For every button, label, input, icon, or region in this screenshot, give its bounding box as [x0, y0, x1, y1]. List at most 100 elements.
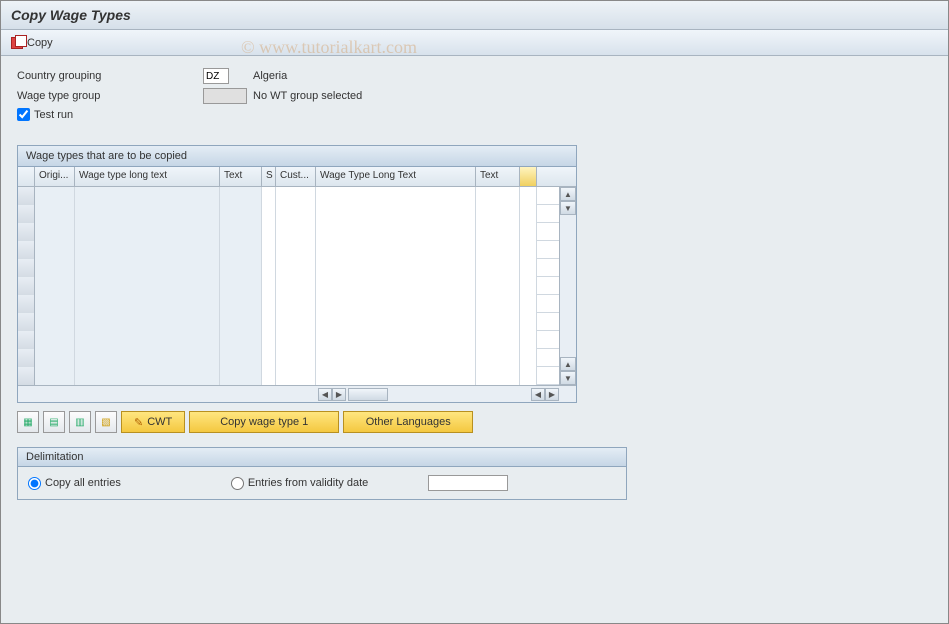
table-cell[interactable] — [476, 259, 520, 277]
other-languages-button[interactable]: Other Languages — [343, 411, 473, 433]
col-text-2[interactable]: Text — [476, 167, 520, 186]
table-cell[interactable] — [476, 223, 520, 241]
table-cell[interactable] — [35, 277, 75, 295]
hscroll-right[interactable]: ◀ ▶ — [531, 386, 559, 402]
table-row[interactable] — [18, 223, 559, 241]
table-cell[interactable] — [476, 277, 520, 295]
table-cell[interactable] — [316, 349, 476, 367]
scroll-down-icon[interactable]: ▼ — [560, 201, 576, 215]
scroll-left-icon[interactable]: ◀ — [318, 388, 332, 401]
scroll-right2-icon[interactable]: ▶ — [545, 388, 559, 401]
table-cell[interactable] — [18, 313, 35, 331]
table-cell[interactable] — [220, 331, 262, 349]
table-cell[interactable] — [75, 367, 220, 385]
select-all-button[interactable] — [17, 411, 39, 433]
table-row[interactable] — [18, 331, 559, 349]
table-cell[interactable] — [18, 259, 35, 277]
table-cell[interactable] — [520, 187, 537, 205]
table-cell[interactable] — [276, 187, 316, 205]
table-cell[interactable] — [316, 277, 476, 295]
table-cell[interactable] — [35, 331, 75, 349]
table-cell[interactable] — [75, 259, 220, 277]
col-rowsel[interactable] — [18, 167, 35, 186]
table-cell[interactable] — [220, 313, 262, 331]
table-cell[interactable] — [276, 241, 316, 259]
table-cell[interactable] — [476, 205, 520, 223]
table-cell[interactable] — [262, 205, 276, 223]
table-cell[interactable] — [75, 223, 220, 241]
country-grouping-input[interactable] — [203, 68, 229, 84]
table-cell[interactable] — [18, 331, 35, 349]
table-cell[interactable] — [276, 313, 316, 331]
table-cell[interactable] — [316, 187, 476, 205]
copy-button[interactable]: Copy — [11, 37, 53, 49]
table-row[interactable] — [18, 205, 559, 223]
table-row[interactable] — [18, 295, 559, 313]
scroll-down2-icon[interactable]: ▼ — [560, 371, 576, 385]
grid-config-icon[interactable] — [520, 167, 537, 186]
col-wage-type-long-text[interactable]: Wage type long text — [75, 167, 220, 186]
cwt-button[interactable]: CWT — [121, 411, 185, 433]
copy-all-entries-radio[interactable] — [28, 477, 41, 490]
hscroll-left[interactable]: ◀ ▶ — [318, 386, 390, 402]
table-row[interactable] — [18, 187, 559, 205]
table-cell[interactable] — [262, 349, 276, 367]
table-cell[interactable] — [75, 295, 220, 313]
table-cell[interactable] — [262, 259, 276, 277]
col-text[interactable]: Text — [220, 167, 262, 186]
validity-date-input[interactable] — [428, 475, 508, 491]
table-cell[interactable] — [276, 205, 316, 223]
table-cell[interactable] — [520, 223, 537, 241]
table-cell[interactable] — [476, 349, 520, 367]
table-cell[interactable] — [316, 313, 476, 331]
table-cell[interactable] — [520, 295, 537, 313]
table-cell[interactable] — [18, 187, 35, 205]
table-cell[interactable] — [75, 277, 220, 295]
table-cell[interactable] — [476, 313, 520, 331]
table-cell[interactable] — [262, 313, 276, 331]
table-cell[interactable] — [262, 331, 276, 349]
table-cell[interactable] — [75, 313, 220, 331]
table-cell[interactable] — [276, 223, 316, 241]
table-cell[interactable] — [18, 367, 35, 385]
table-cell[interactable] — [476, 187, 520, 205]
table-cell[interactable] — [276, 295, 316, 313]
table-cell[interactable] — [35, 241, 75, 259]
table-cell[interactable] — [220, 259, 262, 277]
copy-wage-type-1-button[interactable]: Copy wage type 1 — [189, 411, 339, 433]
table-cell[interactable] — [316, 259, 476, 277]
table-cell[interactable] — [220, 187, 262, 205]
table-cell[interactable] — [35, 295, 75, 313]
col-cust[interactable]: Cust... — [276, 167, 316, 186]
table-row[interactable] — [18, 241, 559, 259]
table-cell[interactable] — [75, 331, 220, 349]
table-cell[interactable] — [476, 241, 520, 259]
table-cell[interactable] — [220, 205, 262, 223]
table-cell[interactable] — [35, 187, 75, 205]
table-cell[interactable] — [220, 295, 262, 313]
table-cell[interactable] — [75, 241, 220, 259]
table-cell[interactable] — [220, 223, 262, 241]
col-origi[interactable]: Origi... — [35, 167, 75, 186]
scroll-right-icon[interactable]: ▶ — [332, 388, 346, 401]
table-cell[interactable] — [18, 223, 35, 241]
table-cell[interactable] — [262, 187, 276, 205]
table-cell[interactable] — [520, 259, 537, 277]
table-cell[interactable] — [316, 223, 476, 241]
table-cell[interactable] — [520, 367, 537, 385]
sort-button[interactable] — [69, 411, 91, 433]
table-cell[interactable] — [476, 331, 520, 349]
col-s[interactable]: S — [262, 167, 276, 186]
grid-vscrollbar[interactable]: ▲ ▼ ▲ ▼ — [559, 187, 576, 385]
table-cell[interactable] — [276, 367, 316, 385]
table-cell[interactable] — [18, 295, 35, 313]
table-cell[interactable] — [220, 349, 262, 367]
table-cell[interactable] — [476, 367, 520, 385]
table-cell[interactable] — [262, 241, 276, 259]
wage-type-group-input[interactable] — [203, 88, 247, 104]
table-cell[interactable] — [316, 367, 476, 385]
copy-all-radio-row[interactable]: Copy all entries — [28, 477, 121, 490]
table-row[interactable] — [18, 349, 559, 367]
table-cell[interactable] — [18, 277, 35, 295]
filter-button[interactable] — [95, 411, 117, 433]
